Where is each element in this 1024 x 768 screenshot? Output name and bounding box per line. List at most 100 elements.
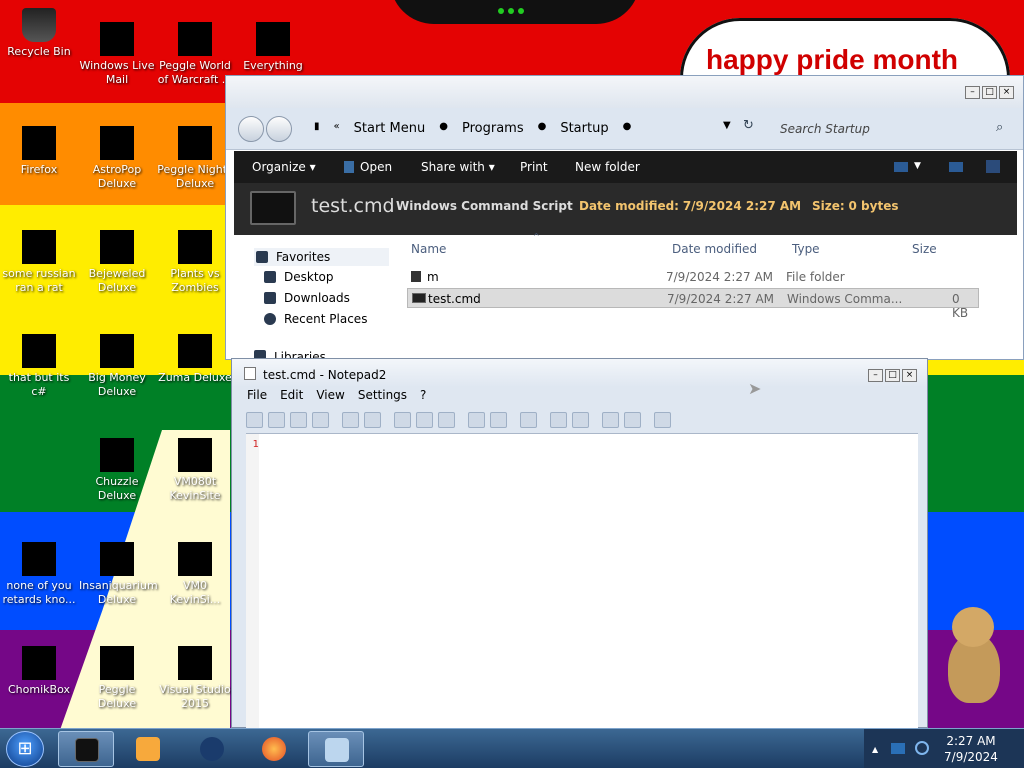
desktop-icon-bejeweled[interactable]: Bejeweled Deluxe [79, 230, 155, 295]
desktop-icon-everything[interactable]: Everything [235, 22, 311, 73]
view-icon[interactable] [894, 162, 908, 172]
column-date-modified[interactable]: Date modified [672, 242, 757, 256]
table-row[interactable]: test.cmd 7/9/2024 2:27 AM Windows Comma.… [407, 288, 979, 320]
row-name: test.cmd [428, 292, 481, 306]
search-icon[interactable]: ⌕ [996, 120, 1003, 135]
breadcrumb-startup[interactable]: Startup [560, 121, 608, 136]
desktop-icon-visual-studio[interactable]: Visual Studio 2015 [157, 646, 233, 711]
menu-view[interactable]: View [316, 388, 344, 402]
maximize-icon[interactable]: □ [885, 369, 900, 382]
breadcrumb-separator-icon[interactable]: ● [538, 121, 547, 136]
close-icon[interactable]: × [999, 86, 1014, 99]
desktop-icon-csharp[interactable]: that but its c# [1, 334, 77, 399]
table-row[interactable]: m 7/9/2024 2:27 AM File folder [407, 267, 979, 287]
sidebar-item-favorites[interactable]: Favorites [254, 248, 389, 266]
copy-icon[interactable] [416, 412, 433, 428]
desktop-icon-firefox[interactable]: Firefox [1, 126, 77, 177]
start-button[interactable]: ⊞ [6, 731, 44, 767]
search-input[interactable]: Search Startup [780, 116, 1020, 142]
new-folder-button[interactable]: New folder [575, 160, 640, 174]
column-name[interactable]: Name [411, 242, 446, 256]
view-dropdown-icon[interactable]: ▼ [914, 161, 921, 171]
minimize-icon[interactable]: – [868, 369, 883, 382]
desktop-icon-russian-rat[interactable]: some russian ran a rat [1, 230, 77, 295]
desktop-icon-recycle-bin[interactable]: Recycle Bin [1, 8, 77, 59]
desktop-icon-windows-live-mail[interactable]: Windows Live Mail [79, 22, 155, 87]
forward-button[interactable] [266, 116, 292, 142]
desktop-icon-big-money[interactable]: Big Money Deluxe [79, 334, 155, 399]
desktop-icon-plants-vs-zombies[interactable]: Plants vs Zombies [157, 230, 233, 295]
paste-icon[interactable] [438, 412, 455, 428]
maximize-icon[interactable]: □ [982, 86, 997, 99]
column-size[interactable]: Size [912, 242, 937, 256]
desktop-icon-vm0[interactable]: VM0 KevinSi... [157, 542, 233, 607]
scheme-icon[interactable] [602, 412, 619, 428]
taskbar-item-firefox[interactable] [246, 731, 302, 767]
open-file-icon[interactable] [268, 412, 285, 428]
menu-help[interactable]: ? [420, 388, 426, 402]
desktop-icon-label: Windows Live Mail [79, 59, 155, 86]
preview-pane-icon[interactable] [949, 162, 963, 172]
notepad-titlebar[interactable]: test.cmd - Notepad2 ➤ [232, 359, 927, 398]
exit-icon[interactable] [654, 412, 671, 428]
cmd-file-icon [250, 191, 296, 225]
find-icon[interactable] [468, 412, 485, 428]
breadcrumb-separator-icon[interactable]: ● [623, 121, 632, 136]
customize-icon[interactable] [624, 412, 641, 428]
minimize-icon[interactable]: – [965, 86, 980, 99]
redo-icon[interactable] [364, 412, 381, 428]
desktop-icon-chomikbox[interactable]: ChomikBox [1, 646, 77, 697]
network-icon[interactable] [891, 743, 905, 754]
open-button[interactable]: Open [360, 160, 392, 174]
back-button[interactable] [238, 116, 264, 142]
text-editor[interactable]: 1 [246, 433, 918, 729]
taskbar-item-globe[interactable] [184, 731, 240, 767]
taskbar-item-notepad[interactable] [308, 731, 364, 767]
desktop-icon-zuma[interactable]: Zuma Deluxe [157, 334, 233, 385]
notepad-icon [244, 367, 256, 380]
help-icon[interactable] [986, 160, 1000, 173]
sidebar-item-recent-places[interactable]: Recent Places [264, 312, 367, 326]
show-hidden-icons-icon[interactable]: ▲ [872, 745, 878, 754]
new-file-icon[interactable] [246, 412, 263, 428]
print-button[interactable]: Print [520, 160, 548, 174]
overflow-chevron-icon[interactable]: « [334, 121, 340, 136]
clock[interactable]: 2:27 AM 7/9/2024 [926, 733, 1016, 765]
desktop-icon-none-of-you[interactable]: none of you retards kno... [1, 542, 77, 607]
cut-icon[interactable] [394, 412, 411, 428]
desktop-icon-peggle-nights[interactable]: Peggle Nights Deluxe [157, 126, 233, 191]
desktop-icon-astropop[interactable]: AstroPop Deluxe [79, 126, 155, 191]
desktop-icon-peggle-deluxe[interactable]: Peggle Deluxe [79, 646, 155, 711]
details-date-value: 7/9/2024 2:27 AM [682, 199, 802, 213]
share-with-button[interactable]: Share with ▾ [421, 160, 495, 174]
desktop-icon-label: Peggle Deluxe [97, 683, 137, 710]
breadcrumb-programs[interactable]: Programs [462, 121, 524, 136]
organize-button[interactable]: Organize ▾ [252, 160, 316, 174]
zoom-out-icon[interactable] [572, 412, 589, 428]
column-type[interactable]: Type [792, 242, 820, 256]
taskbar-item-media-player[interactable] [120, 731, 176, 767]
breadcrumb-start-menu[interactable]: Start Menu [354, 121, 426, 136]
undo-icon[interactable] [342, 412, 359, 428]
zoom-in-icon[interactable] [550, 412, 567, 428]
browse-icon[interactable] [290, 412, 307, 428]
desktop-icon-chuzzle[interactable]: Chuzzle Deluxe [79, 438, 155, 503]
menu-edit[interactable]: Edit [280, 388, 303, 402]
menu-settings[interactable]: Settings [358, 388, 407, 402]
desktop-icon-vm080t[interactable]: VM080t KevinSite [157, 438, 233, 503]
explorer-titlebar[interactable] [226, 76, 1023, 108]
menu-file[interactable]: File [247, 388, 267, 402]
details-file-type: Windows Command Script [396, 199, 573, 213]
refresh-icon[interactable]: ↻ [743, 118, 754, 133]
save-icon[interactable] [312, 412, 329, 428]
breadcrumb-separator-icon[interactable]: ● [439, 121, 448, 136]
history-dropdown-icon[interactable]: ▼ [723, 120, 731, 131]
replace-icon[interactable] [490, 412, 507, 428]
sidebar-item-downloads[interactable]: Downloads [264, 291, 350, 305]
desktop-icon-insaniquarium[interactable]: Insaniquarium Deluxe [79, 542, 158, 607]
desktop-icon-peggle-wow[interactable]: Peggle World of Warcraft ... [157, 22, 233, 87]
close-icon[interactable]: × [902, 369, 917, 382]
sidebar-item-desktop[interactable]: Desktop [264, 270, 334, 284]
taskbar-item-explorer[interactable] [58, 731, 114, 767]
word-wrap-icon[interactable] [520, 412, 537, 428]
